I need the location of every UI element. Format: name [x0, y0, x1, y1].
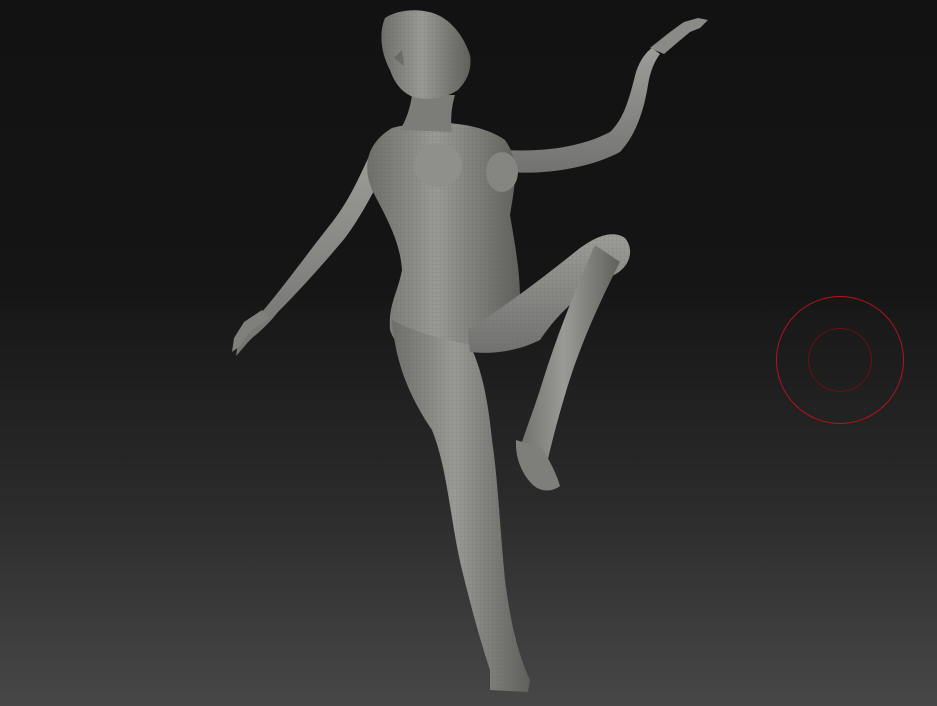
sculpt-figure[interactable] [232, 10, 708, 692]
brush-cursor-focal-ring [808, 328, 872, 392]
figure-raised-foot [515, 440, 560, 491]
figure-chest-right [486, 152, 518, 192]
figure-right-hand [650, 18, 708, 54]
figure-chest-left [414, 143, 462, 187]
figure-right-arm [505, 48, 660, 173]
figure-left-hand [232, 310, 270, 352]
brush-cursor-outer-ring [776, 296, 904, 424]
sculpt-viewport[interactable] [0, 0, 937, 706]
figure-neck [400, 95, 455, 132]
